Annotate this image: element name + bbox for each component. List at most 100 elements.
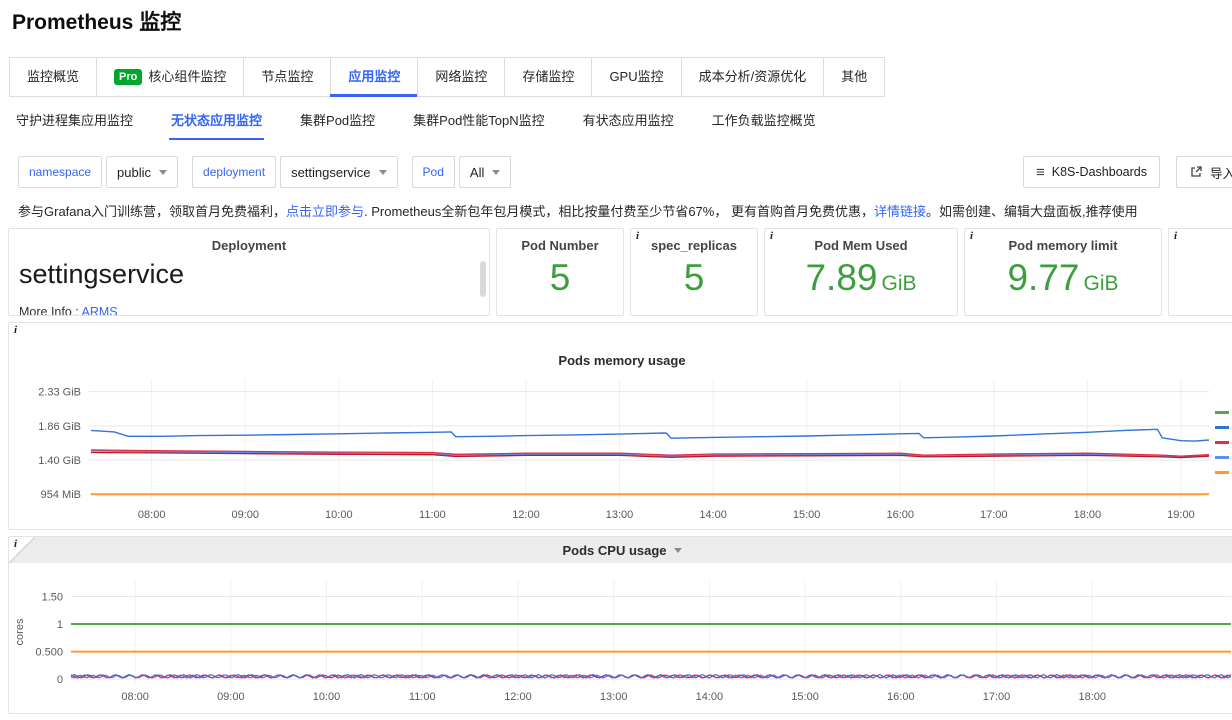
pods-memory-usage-panel: i Pods memory usage 08:0009:0010:0011:00… bbox=[8, 322, 1232, 530]
svg-text:0: 0 bbox=[57, 674, 63, 686]
svg-text:16:00: 16:00 bbox=[886, 509, 914, 521]
tab-cluster-pod-topn[interactable]: 集群Pod性能TopN监控 bbox=[411, 99, 546, 140]
svg-text:12:00: 12:00 bbox=[504, 691, 532, 703]
filter-bar: namespace public deployment settingservi… bbox=[18, 156, 525, 188]
svg-text:10:00: 10:00 bbox=[325, 509, 353, 521]
panel-scrollbar[interactable] bbox=[480, 261, 486, 297]
svg-text:16:00: 16:00 bbox=[887, 691, 915, 703]
svg-text:18:00: 18:00 bbox=[1074, 509, 1102, 521]
svg-text:2.33 GiB: 2.33 GiB bbox=[38, 387, 81, 399]
details-link[interactable]: 详情链接 bbox=[874, 204, 926, 219]
svg-text:09:00: 09:00 bbox=[231, 509, 259, 521]
svg-text:cores: cores bbox=[14, 618, 26, 645]
k8s-dashboards-button[interactable]: ≡ K8S-Dashboards bbox=[1023, 156, 1160, 188]
tab-gpu-monitoring[interactable]: GPU监控 bbox=[591, 57, 681, 97]
arms-link[interactable]: ARMS bbox=[82, 305, 118, 316]
tab-other[interactable]: 其他 bbox=[823, 57, 885, 97]
unit-label: GiB bbox=[882, 272, 917, 295]
namespace-label: namespace bbox=[18, 156, 102, 188]
pod-label: Pod bbox=[412, 156, 455, 188]
pod-filter: Pod All bbox=[412, 156, 512, 188]
pod-number-stat-panel: Pod Number 5 bbox=[496, 228, 624, 316]
memory-usage-chart: 08:0009:0010:0011:0012:0013:0014:0015:00… bbox=[9, 369, 1232, 527]
svg-text:1.86 GiB: 1.86 GiB bbox=[38, 421, 81, 433]
more-info-footer: More Info : ARMS bbox=[19, 305, 118, 316]
chevron-down-icon bbox=[379, 170, 387, 175]
deployment-filter: deployment settingservice bbox=[192, 156, 398, 188]
tab-cluster-pod[interactable]: 集群Pod监控 bbox=[298, 99, 377, 140]
tab-core-components[interactable]: Pro 核心组件监控 bbox=[96, 57, 244, 97]
cpu-usage-chart: 08:0009:0010:0011:0012:0013:0014:0015:00… bbox=[9, 567, 1232, 711]
namespace-select[interactable]: public bbox=[106, 156, 178, 188]
pod-mem-used-value: 7.89GiB bbox=[765, 259, 957, 296]
clipped-stat-panel: i bbox=[1168, 228, 1232, 316]
stat-title: spec_replicas bbox=[631, 238, 757, 253]
info-icon[interactable]: i bbox=[1170, 229, 1181, 243]
chart-title: Pods memory usage bbox=[9, 353, 1232, 368]
chevron-down-icon bbox=[159, 170, 167, 175]
stat-title: Pod memory limit bbox=[965, 238, 1161, 253]
spec-replicas-stat-panel: i spec_replicas 5 bbox=[630, 228, 758, 316]
chevron-down-icon bbox=[674, 548, 682, 553]
promo-banner: 参与Grafana入门训练营，领取首月免费福利，点击立即参与. Promethe… bbox=[18, 201, 1232, 220]
svg-text:13:00: 13:00 bbox=[600, 691, 628, 703]
menu-icon: ≡ bbox=[1036, 165, 1045, 180]
export-icon bbox=[1189, 165, 1203, 179]
svg-text:14:00: 14:00 bbox=[696, 691, 724, 703]
tab-stateless-apps[interactable]: 无状态应用监控 bbox=[169, 99, 264, 140]
stat-title: Pod Number bbox=[497, 238, 623, 253]
svg-text:17:00: 17:00 bbox=[980, 509, 1008, 521]
pod-number-value: 5 bbox=[497, 259, 623, 296]
svg-text:11:00: 11:00 bbox=[409, 691, 436, 703]
svg-text:15:00: 15:00 bbox=[793, 509, 821, 521]
tab-node-monitoring[interactable]: 节点监控 bbox=[243, 57, 331, 97]
secondary-tabs: 守护进程集应用监控 无状态应用监控 集群Pod监控 集群Pod性能TopN监控 … bbox=[14, 99, 852, 140]
unit-label: GiB bbox=[1084, 272, 1119, 295]
tab-workload-overview[interactable]: 工作负载监控概览 bbox=[710, 99, 818, 140]
pod-mem-used-stat-panel: i Pod Mem Used 7.89GiB bbox=[764, 228, 958, 316]
info-icon[interactable]: i bbox=[766, 229, 777, 243]
svg-text:954 MiB: 954 MiB bbox=[41, 489, 81, 501]
info-icon[interactable]: i bbox=[966, 229, 977, 243]
tab-app-monitoring[interactable]: 应用监控 bbox=[330, 57, 418, 97]
svg-text:15:00: 15:00 bbox=[791, 691, 819, 703]
pro-badge: Pro bbox=[114, 69, 142, 85]
svg-text:08:00: 08:00 bbox=[138, 509, 166, 521]
svg-text:0.500: 0.500 bbox=[35, 647, 63, 659]
svg-text:18:00: 18:00 bbox=[1078, 691, 1106, 703]
svg-text:12:00: 12:00 bbox=[512, 509, 540, 521]
info-icon[interactable]: i bbox=[10, 323, 21, 337]
pod-memory-limit-value: 9.77GiB bbox=[965, 259, 1161, 296]
svg-text:1.40 GiB: 1.40 GiB bbox=[38, 455, 81, 467]
info-icon[interactable]: i bbox=[10, 537, 21, 551]
svg-text:08:00: 08:00 bbox=[121, 691, 149, 703]
stat-title: Pod Mem Used bbox=[765, 238, 957, 253]
svg-text:1: 1 bbox=[57, 619, 63, 631]
chart-title-dropdown[interactable]: Pods CPU usage bbox=[562, 543, 681, 558]
spec-replicas-value: 5 bbox=[631, 259, 757, 296]
tab-stateful-apps[interactable]: 有状态应用监控 bbox=[581, 99, 676, 140]
svg-text:14:00: 14:00 bbox=[699, 509, 727, 521]
tab-network-monitoring[interactable]: 网络监控 bbox=[417, 57, 505, 97]
join-now-link[interactable]: 点击立即参与 bbox=[286, 204, 364, 219]
pod-select[interactable]: All bbox=[459, 156, 511, 188]
deployment-stat-panel: Deployment settingservice More Info : AR… bbox=[8, 228, 490, 316]
pod-memory-limit-stat-panel: i Pod memory limit 9.77GiB bbox=[964, 228, 1162, 316]
info-icon[interactable]: i bbox=[632, 229, 643, 243]
import-button[interactable]: 导入( bbox=[1176, 156, 1232, 188]
stat-title: Deployment bbox=[9, 238, 489, 253]
tab-storage-monitoring[interactable]: 存储监控 bbox=[504, 57, 592, 97]
svg-text:13:00: 13:00 bbox=[606, 509, 634, 521]
svg-text:09:00: 09:00 bbox=[217, 691, 245, 703]
page-title: Prometheus 监控 bbox=[12, 6, 181, 36]
deployment-label: deployment bbox=[192, 156, 276, 188]
tab-daemonset-apps[interactable]: 守护进程集应用监控 bbox=[14, 99, 135, 140]
cpu-chart-header: Pods CPU usage bbox=[9, 537, 1232, 563]
chevron-down-icon bbox=[492, 170, 500, 175]
svg-text:17:00: 17:00 bbox=[983, 691, 1011, 703]
tab-cost-analysis[interactable]: 成本分析/资源优化 bbox=[681, 57, 825, 97]
tab-monitor-overview[interactable]: 监控概览 bbox=[9, 57, 97, 97]
pods-cpu-usage-panel: Pods CPU usage i 08:0009:0010:0011:0012:… bbox=[8, 536, 1232, 714]
deployment-select[interactable]: settingservice bbox=[280, 156, 397, 188]
primary-tabs: 监控概览 Pro 核心组件监控 节点监控 应用监控 网络监控 存储监控 GPU监… bbox=[10, 57, 885, 97]
